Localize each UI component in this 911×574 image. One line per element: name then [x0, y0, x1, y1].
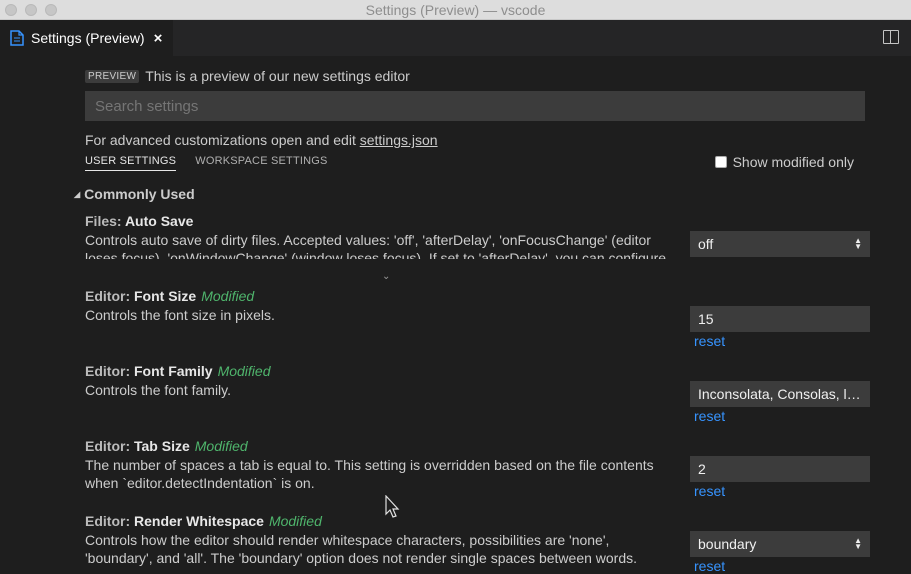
- tab-user-settings[interactable]: USER SETTINGS: [85, 155, 176, 171]
- tab-label: Settings (Preview): [31, 30, 145, 46]
- setting-key: Font Family: [134, 363, 213, 379]
- title-bar: Settings (Preview) — vscode: [0, 0, 911, 20]
- setting-name: Files: Auto Save: [85, 213, 680, 229]
- setting-key: Tab Size: [134, 438, 190, 454]
- reset-font-size-link[interactable]: reset: [694, 333, 725, 349]
- window-title: Settings (Preview) — vscode: [0, 2, 911, 18]
- render-whitespace-value: boundary: [698, 536, 756, 552]
- settings-scope-tabs: USER SETTINGS WORKSPACE SETTINGS: [85, 155, 347, 171]
- setting-description: Controls the font family.: [85, 381, 680, 399]
- auto-save-select[interactable]: off ▲▼: [690, 231, 870, 257]
- settings-json-link[interactable]: settings.json: [360, 132, 438, 148]
- show-modified-label: Show modified only: [733, 154, 854, 170]
- auto-save-value: off: [698, 236, 713, 252]
- modified-indicator: Modified: [195, 438, 248, 454]
- setting-category: Editor:: [85, 288, 134, 304]
- reset-font-family-link[interactable]: reset: [694, 408, 725, 424]
- render-whitespace-select[interactable]: boundary ▲▼: [690, 531, 870, 557]
- setting-name: Editor: Tab Size Modified: [85, 438, 680, 454]
- group-commonly-used[interactable]: ◢ Commonly Used: [74, 186, 195, 202]
- advanced-customizations-text: For advanced customizations open and edi…: [85, 132, 438, 148]
- setting-editor-render-whitespace: Editor: Render Whitespace Modified Contro…: [85, 513, 680, 567]
- modified-indicator: Modified: [201, 288, 254, 304]
- show-modified-only-toggle[interactable]: Show modified only: [715, 154, 854, 170]
- setting-category: Editor:: [85, 513, 134, 529]
- setting-name: Editor: Font Size Modified: [85, 288, 680, 304]
- tab-settings-preview[interactable]: Settings (Preview) ×: [0, 20, 173, 56]
- search-settings-input[interactable]: [85, 91, 865, 121]
- setting-category: Editor:: [85, 438, 134, 454]
- setting-files-auto-save: Files: Auto Save Controls auto save of d…: [85, 213, 680, 259]
- setting-name: Editor: Font Family Modified: [85, 363, 680, 379]
- tab-workspace-settings[interactable]: WORKSPACE SETTINGS: [195, 155, 327, 171]
- select-arrows-icon: ▲▼: [854, 238, 862, 250]
- setting-description: The number of spaces a tab is equal to. …: [85, 456, 680, 492]
- modified-indicator: Modified: [218, 363, 271, 379]
- setting-key: Render Whitespace: [134, 513, 264, 529]
- preview-badge: PREVIEW: [85, 70, 139, 83]
- setting-category: Editor:: [85, 363, 134, 379]
- show-modified-checkbox[interactable]: [715, 156, 727, 168]
- font-family-input[interactable]: Inconsolata, Consolas, los...: [690, 381, 870, 407]
- setting-description: Controls auto save of dirty files. Accep…: [85, 231, 680, 259]
- modified-indicator: Modified: [269, 513, 322, 529]
- reset-tab-size-link[interactable]: reset: [694, 483, 725, 499]
- collapse-triangle-icon[interactable]: ◢: [74, 190, 80, 199]
- setting-name: Editor: Render Whitespace Modified: [85, 513, 680, 529]
- setting-category: Files:: [85, 213, 125, 229]
- setting-editor-tab-size: Editor: Tab Size Modified The number of s…: [85, 438, 680, 492]
- tab-size-input[interactable]: 2: [690, 456, 870, 482]
- setting-key: Auto Save: [125, 213, 193, 229]
- split-editor-icon[interactable]: [883, 30, 899, 44]
- preview-banner: PREVIEW This is a preview of our new set…: [85, 68, 410, 84]
- setting-key: Font Size: [134, 288, 196, 304]
- mouse-cursor-icon: [385, 495, 401, 521]
- close-tab-icon[interactable]: ×: [154, 30, 163, 47]
- group-title: Commonly Used: [84, 186, 194, 202]
- setting-editor-font-size: Editor: Font Size Modified Controls the f…: [85, 288, 680, 324]
- advanced-prefix: For advanced customizations open and edi…: [85, 132, 360, 148]
- setting-editor-font-family: Editor: Font Family Modified Controls the…: [85, 363, 680, 399]
- editor-tab-bar: Settings (Preview) ×: [0, 20, 911, 56]
- settings-editor: PREVIEW This is a preview of our new set…: [0, 56, 911, 572]
- preview-text: This is a preview of our new settings ed…: [145, 68, 410, 84]
- setting-description: Controls the font size in pixels.: [85, 306, 680, 324]
- font-size-input[interactable]: 15: [690, 306, 870, 332]
- expand-description-chevron-icon[interactable]: ⌄: [382, 271, 390, 282]
- file-icon: [10, 30, 24, 46]
- select-arrows-icon: ▲▼: [854, 538, 862, 550]
- setting-description: Controls how the editor should render wh…: [85, 531, 680, 567]
